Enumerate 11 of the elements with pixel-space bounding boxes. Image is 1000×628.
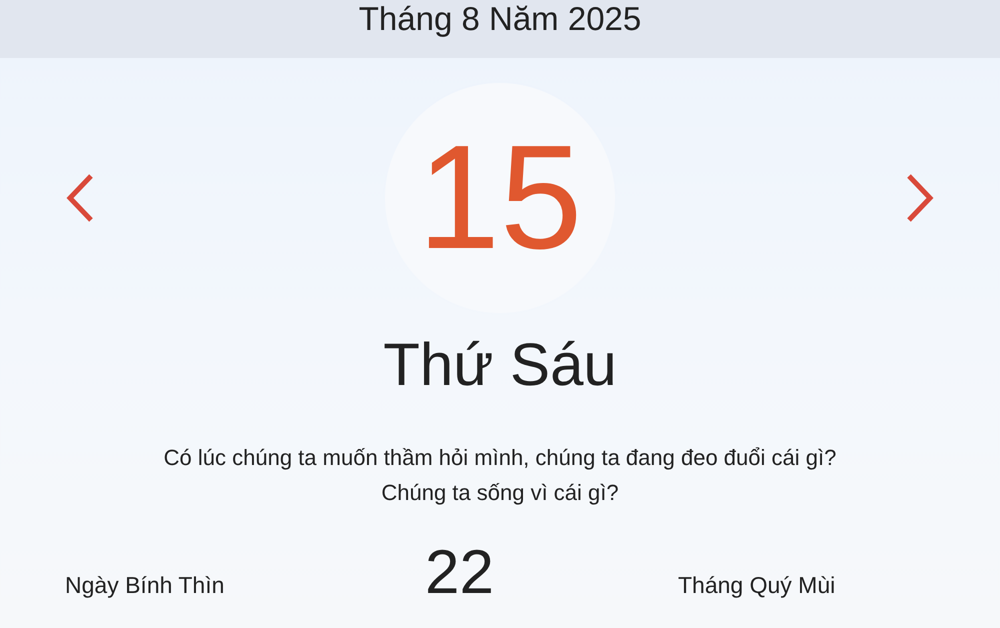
day-number: 15 [418,123,582,273]
lunar-day-number: 22 [425,538,494,608]
previous-button[interactable] [65,173,95,223]
chevron-right-icon [905,173,935,223]
month-title: Tháng 8 Năm 2025 [358,0,642,38]
lunar-month-name: Tháng Quý Mùi [678,572,836,599]
lunar-day-name: Ngày Bính Thìn [65,572,224,599]
quote-text: Có lúc chúng ta muốn thầm hỏi mình, chúng ta đang đeo đuổi cái gì? Chúng ta sống vì cái gì? [162,444,838,507]
weekday-label: Thứ Sáu [383,330,617,400]
chevron-left-icon [65,173,95,223]
next-button[interactable] [905,173,935,223]
